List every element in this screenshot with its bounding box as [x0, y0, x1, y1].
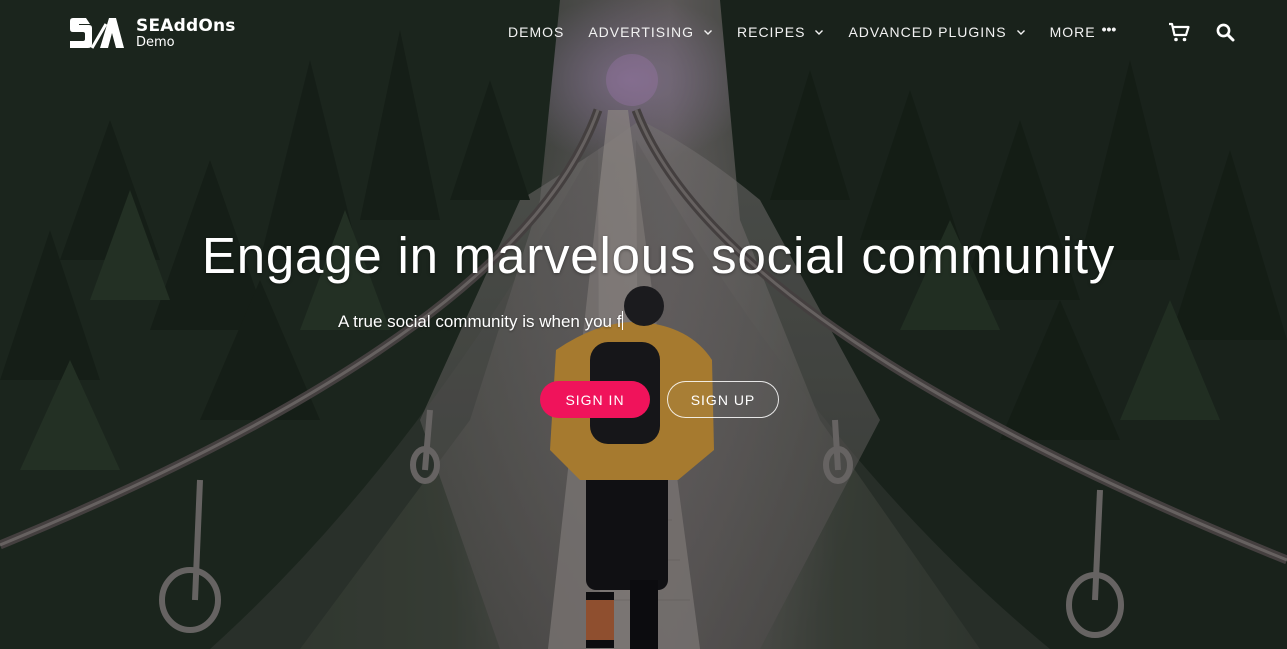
nav-item-label: MORE — [1049, 24, 1096, 40]
chevron-down-icon — [1016, 30, 1025, 35]
logo-text: SEAddOns Demo — [136, 15, 236, 50]
hero-dim-overlay — [0, 0, 1287, 649]
cart-icon[interactable] — [1168, 21, 1190, 43]
typing-caret — [622, 311, 624, 330]
site-header: SEAddOns Demo DEMOS ADVERTISING RECIPES … — [0, 0, 1287, 66]
nav-item-label: ADVERTISING — [588, 24, 694, 40]
brand-subtitle: Demo — [136, 34, 175, 50]
nav-item-advanced-plugins[interactable]: ADVANCED PLUGINS — [848, 24, 1025, 40]
logo-mark-icon — [70, 18, 124, 49]
nav-item-label: DEMOS — [508, 24, 565, 40]
site-logo[interactable]: SEAddOns Demo — [70, 14, 236, 52]
chevron-down-icon — [815, 30, 824, 35]
main-nav: DEMOS ADVERTISING RECIPES ADVANCED PLUGI… — [508, 21, 1140, 40]
nav-item-more[interactable]: MORE ••• — [1049, 21, 1117, 40]
hero-subline: A true social community is when you f — [338, 311, 624, 332]
search-icon[interactable] — [1216, 23, 1235, 42]
hero-subline-text: A true social community is when you f — [338, 312, 622, 331]
brand-name: SEAddOns — [136, 15, 236, 36]
sign-in-button[interactable]: SIGN IN — [540, 381, 650, 418]
nav-item-label: RECIPES — [737, 24, 806, 40]
nav-item-label: ADVANCED PLUGINS — [848, 24, 1007, 40]
nav-item-demos[interactable]: DEMOS — [508, 24, 564, 40]
nav-item-recipes[interactable]: RECIPES — [737, 24, 824, 40]
nav-item-advertising[interactable]: ADVERTISING — [588, 24, 713, 40]
more-dots-icon: ••• — [1101, 21, 1117, 37]
hero-section: SEAddOns Demo DEMOS ADVERTISING RECIPES … — [0, 0, 1287, 649]
hero-headline: Engage in marvelous social community — [201, 227, 1116, 284]
chevron-down-icon — [704, 30, 712, 35]
sign-up-button[interactable]: SIGN UP — [667, 381, 779, 418]
